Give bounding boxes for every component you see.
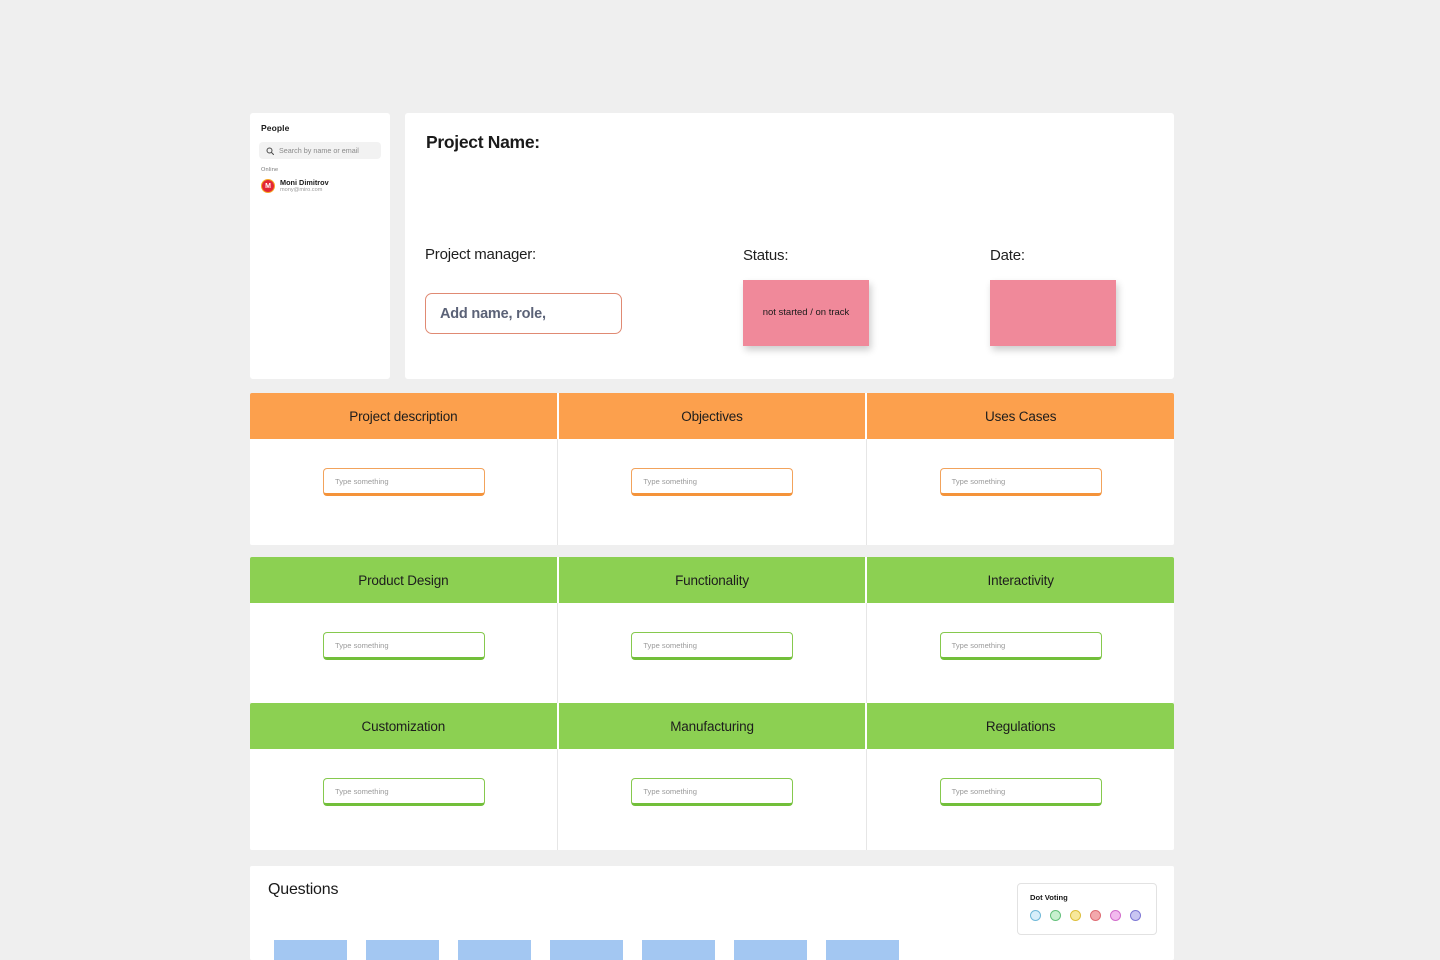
- dot-voting-dot-red[interactable]: [1090, 910, 1101, 921]
- cell-functionality: Type something: [558, 603, 867, 703]
- column-header-manufacturing: Manufacturing: [558, 703, 868, 749]
- input-uses-cases[interactable]: Type something: [939, 468, 1102, 496]
- input-placeholder: Type something: [951, 476, 1006, 486]
- questions-section: Questions Dot Voting: [250, 866, 1174, 960]
- online-status-label: Online: [261, 167, 279, 173]
- search-placeholder: Search by name or email: [279, 146, 359, 155]
- page-title: Project Name:: [426, 132, 540, 152]
- column-header-functionality: Functionality: [558, 557, 868, 603]
- input-placeholder: Type something: [335, 786, 389, 796]
- column-header-objectives: Objectives: [558, 393, 868, 439]
- input-product-design[interactable]: Type something: [323, 632, 485, 660]
- cell-uses-cases: Type something: [867, 439, 1174, 545]
- column-header-project-description: Project description: [250, 393, 559, 439]
- dot-voting-dot-pink[interactable]: [1110, 910, 1121, 921]
- question-sticky-note[interactable]: [458, 940, 531, 960]
- people-panel: People Search by name or email Online M …: [250, 113, 390, 379]
- section-green-2: Customization Manufacturing Regulations …: [250, 703, 1174, 850]
- section-header-row: Product Design Functionality Interactivi…: [250, 557, 1174, 603]
- date-sticky-note[interactable]: [990, 280, 1116, 346]
- column-header-interactivity: Interactivity: [867, 557, 1174, 603]
- column-header-product-design: Product Design: [250, 557, 559, 603]
- cell-regulations: Type something: [867, 749, 1174, 850]
- input-functionality[interactable]: Type something: [631, 632, 794, 660]
- dot-voting-dot-yellow[interactable]: [1070, 910, 1081, 921]
- input-placeholder: Type something: [643, 640, 697, 650]
- cell-manufacturing: Type something: [558, 749, 867, 850]
- dot-voting-dots: [1030, 910, 1144, 921]
- status-label: Status:: [743, 247, 789, 264]
- project-manager-input-value: Add name, role,: [440, 305, 546, 322]
- question-sticky-note[interactable]: [274, 940, 347, 960]
- section-green-1: Product Design Functionality Interactivi…: [250, 557, 1174, 703]
- search-icon: [266, 147, 274, 155]
- question-sticky-note[interactable]: [642, 940, 715, 960]
- input-interactivity[interactable]: Type something: [939, 632, 1102, 660]
- questions-title: Questions: [268, 881, 339, 898]
- cell-product-design: Type something: [250, 603, 559, 703]
- people-panel-title: People: [261, 123, 290, 133]
- person-email: mony@miro.com: [280, 187, 323, 194]
- input-manufacturing[interactable]: Type something: [631, 778, 794, 806]
- question-sticky-note[interactable]: [550, 940, 623, 960]
- input-placeholder: Type something: [951, 640, 1006, 650]
- question-sticky-note[interactable]: [734, 940, 807, 960]
- project-header-card: Project Name: Project manager: Add name,…: [405, 113, 1174, 379]
- question-notes-row: [274, 940, 899, 960]
- dot-voting-dot-purple[interactable]: [1130, 910, 1141, 921]
- section-header-row: Project description Objectives Uses Case…: [250, 393, 1174, 439]
- person-info: Moni Dimitrov mony@miro.com: [280, 178, 329, 194]
- search-input[interactable]: Search by name or email: [259, 142, 381, 159]
- dot-voting-title: Dot Voting: [1030, 893, 1068, 902]
- input-placeholder: Type something: [951, 786, 1006, 796]
- section-body-row: Type something Type something Type somet…: [250, 749, 1174, 850]
- dot-voting-dot-blue[interactable]: [1030, 910, 1041, 921]
- question-sticky-note[interactable]: [826, 940, 899, 960]
- section-body-row: Type something Type something Type somet…: [250, 603, 1174, 703]
- column-header-uses-cases: Uses Cases: [867, 393, 1174, 439]
- cell-project-description: Type something: [250, 439, 559, 545]
- input-placeholder: Type something: [335, 476, 389, 486]
- column-header-regulations: Regulations: [867, 703, 1174, 749]
- section-body-row: Type something Type something Type somet…: [250, 439, 1174, 545]
- top-row: People Search by name or email Online M …: [250, 113, 1174, 379]
- list-item[interactable]: M Moni Dimitrov mony@miro.com: [259, 177, 381, 195]
- status-sticky-note[interactable]: not started / on track: [743, 280, 869, 346]
- status-sticky-text: not started / on track: [762, 306, 850, 318]
- dot-voting-widget[interactable]: Dot Voting: [1017, 883, 1157, 935]
- project-manager-input[interactable]: Add name, role,: [425, 293, 622, 334]
- avatar: M: [261, 179, 275, 194]
- input-customization[interactable]: Type something: [323, 778, 485, 806]
- input-placeholder: Type something: [643, 786, 697, 796]
- input-regulations[interactable]: Type something: [939, 778, 1102, 806]
- cell-objectives: Type something: [558, 439, 867, 545]
- question-sticky-note[interactable]: [366, 940, 439, 960]
- cell-customization: Type something: [250, 749, 559, 850]
- section-orange: Project description Objectives Uses Case…: [250, 393, 1174, 545]
- input-placeholder: Type something: [643, 476, 697, 486]
- section-header-row: Customization Manufacturing Regulations: [250, 703, 1174, 749]
- dot-voting-dot-green[interactable]: [1050, 910, 1061, 921]
- date-label: Date:: [990, 247, 1025, 264]
- project-manager-label: Project manager:: [425, 246, 537, 263]
- person-name: Moni Dimitrov: [280, 178, 329, 187]
- input-objectives[interactable]: Type something: [631, 468, 794, 496]
- column-header-customization: Customization: [250, 703, 559, 749]
- cell-interactivity: Type something: [867, 603, 1174, 703]
- input-project-description[interactable]: Type something: [323, 468, 485, 496]
- input-placeholder: Type something: [335, 640, 389, 650]
